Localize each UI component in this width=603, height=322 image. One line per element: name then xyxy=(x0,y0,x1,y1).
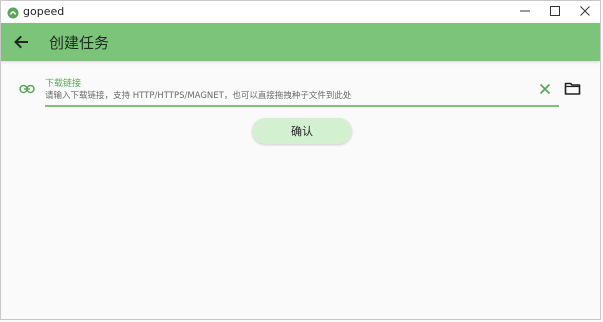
minimize-button[interactable] xyxy=(509,1,541,23)
app-title: gopeed xyxy=(23,5,65,18)
close-icon xyxy=(537,83,553,101)
maximize-icon xyxy=(550,3,560,21)
page-title: 创建任务 xyxy=(49,34,110,52)
open-torrent-file-button[interactable] xyxy=(564,81,581,96)
link-icon xyxy=(19,82,35,96)
app-window: gopeed 创建任务 下载链接 请输入下载链接，支持 HTTP/HTTPS/M… xyxy=(0,0,601,320)
app-bar: 创建任务 xyxy=(1,23,600,61)
back-button[interactable] xyxy=(11,32,31,52)
url-field-label: 下载链接 xyxy=(45,79,82,89)
maximize-button[interactable] xyxy=(539,1,571,23)
arrow-left-icon xyxy=(11,35,31,56)
url-input[interactable] xyxy=(45,89,515,103)
title-bar: gopeed xyxy=(1,1,600,23)
url-input-underline xyxy=(45,105,559,107)
confirm-button[interactable]: 确认 xyxy=(252,118,352,144)
close-window-icon xyxy=(580,3,590,21)
clear-input-button[interactable] xyxy=(537,81,553,97)
gopeed-logo-icon xyxy=(7,6,19,19)
minimize-icon xyxy=(520,3,530,21)
close-window-button[interactable] xyxy=(569,1,600,23)
folder-icon xyxy=(564,82,581,100)
